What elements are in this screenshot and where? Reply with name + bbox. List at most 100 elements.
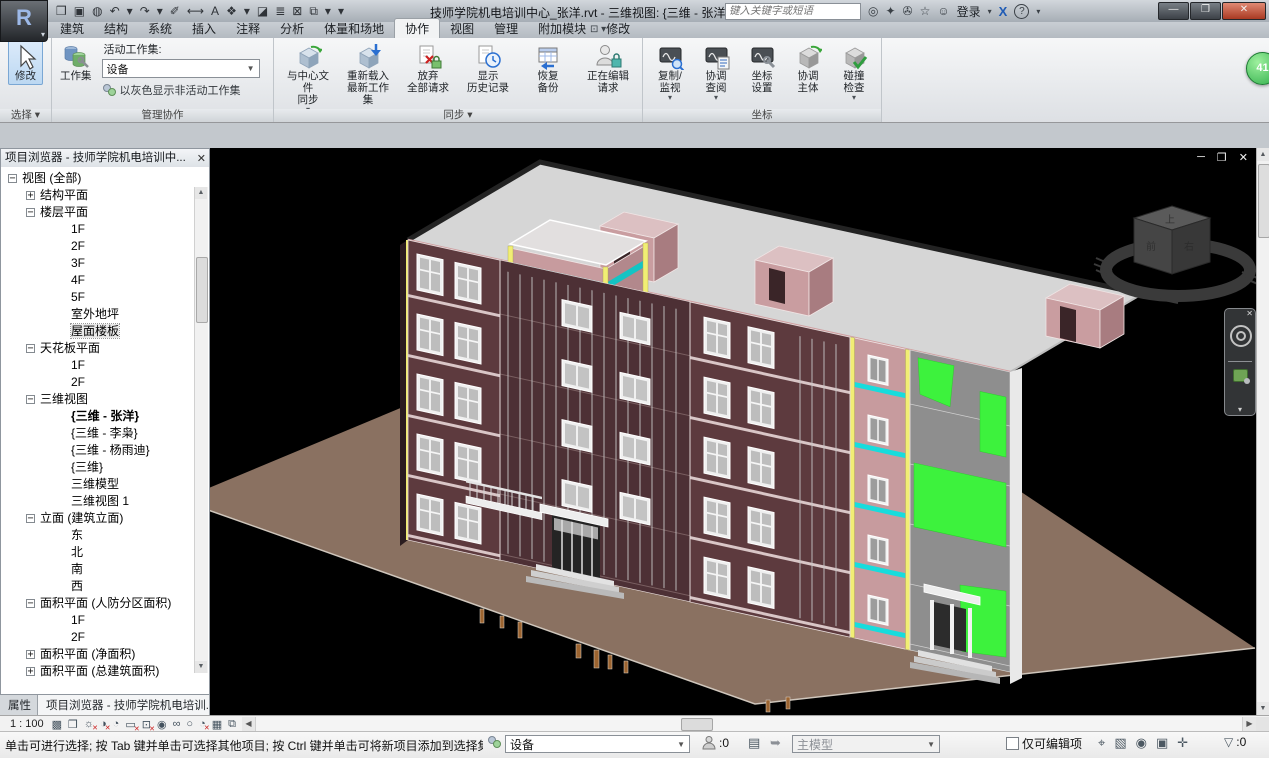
view-control-icon[interactable]: ○ [186, 718, 193, 730]
signin-label[interactable]: 登录 [957, 3, 981, 20]
tree-item[interactable]: 东 [1, 527, 209, 544]
tree-item[interactable]: +面积平面 (总建筑面积) [1, 663, 209, 680]
tree-item[interactable]: 室外地坪 [1, 306, 209, 323]
ribbon-tab[interactable]: 视图 [440, 19, 484, 38]
ribbon-button[interactable]: 碰撞 检查 ▾ [831, 40, 877, 104]
tree-item[interactable]: 北 [1, 544, 209, 561]
gray-inactive-worksets-toggle[interactable]: 以灰色显示非活动工作集 [102, 82, 260, 98]
tree-item[interactable]: 三维视图 1 [1, 493, 209, 510]
scroll-thumb[interactable] [1258, 164, 1269, 238]
tree-expander-icon[interactable]: − [26, 344, 35, 353]
qat-icon[interactable]: ❖ [226, 4, 237, 18]
tree-item[interactable]: −楼层平面 [1, 204, 209, 221]
steering-wheel-icon[interactable] [1230, 325, 1252, 347]
ribbon-tab[interactable]: 建筑 [50, 19, 94, 38]
qat-icon[interactable]: ▾ [127, 4, 133, 18]
panel-footer-select[interactable]: 选择 ▾ [0, 109, 51, 122]
ribbon-button[interactable]: 与中心文件 同步 ▾ [278, 40, 338, 116]
view-control-icon[interactable]: ◑✕ [100, 718, 107, 730]
ribbon-tab[interactable]: 注释 [226, 19, 270, 38]
qat-icon[interactable]: ⟷ [187, 4, 204, 18]
tree-item[interactable]: −面积平面 (人防分区面积) [1, 595, 209, 612]
navbar-close-icon[interactable]: ✕ [1246, 309, 1253, 318]
view-restore-icon[interactable]: ❐ [1217, 151, 1227, 164]
tree-expander-icon[interactable] [57, 274, 66, 283]
tree-item[interactable]: 2F [1, 629, 209, 646]
application-menu-button[interactable]: R ▾ [0, 0, 48, 42]
checkbox-icon[interactable] [1006, 737, 1019, 750]
design-options-icon[interactable]: ➥ [770, 735, 781, 751]
selection-option-icon[interactable]: ⌖ [1098, 735, 1105, 751]
view-scale-button[interactable]: 1 : 100 [0, 718, 52, 730]
tree-item[interactable]: 2F [1, 374, 209, 391]
scroll-up-icon[interactable]: ▲ [195, 187, 207, 199]
navigation-bar[interactable]: ✕ ▾ [1224, 308, 1256, 416]
worksharing-display-icon[interactable]: ▤ [748, 735, 760, 751]
scroll-down-icon[interactable]: ▼ [195, 661, 207, 673]
viewcube[interactable]: 上 前 右 [1094, 206, 1256, 303]
qat-icon[interactable]: ↶ [110, 4, 120, 18]
ribbon-tab[interactable]: 分析 [270, 19, 314, 38]
tree-expander-icon[interactable] [57, 325, 66, 334]
vertical-scrollbar[interactable]: ▲ ▼ [1256, 148, 1269, 715]
tree-expander-icon[interactable] [57, 495, 66, 504]
qat-icon[interactable]: ▾ [157, 4, 163, 18]
qat-icon[interactable]: ◪ [257, 4, 268, 18]
active-workset-status-select[interactable]: 设备▼ [505, 735, 690, 753]
view-control-icon[interactable]: ⊡✕ [142, 718, 151, 731]
tree-item[interactable]: +面积平面 (净面积) [1, 646, 209, 663]
selection-option-icon[interactable]: ◉ [1136, 735, 1147, 751]
tree-expander-icon[interactable] [57, 529, 66, 538]
tree-item[interactable]: −三维视图 [1, 391, 209, 408]
qat-icon[interactable]: ⧉ [309, 4, 318, 19]
ribbon-tab[interactable]: 协作 [394, 18, 440, 38]
tree-expander-icon[interactable]: + [26, 650, 35, 659]
tree-item[interactable]: 1F [1, 612, 209, 629]
tree-expander-icon[interactable] [57, 478, 66, 487]
active-workset-select[interactable]: 设备▼ [102, 59, 260, 78]
modify-button[interactable]: 修改 [8, 40, 43, 85]
ribbon-minimize-caret-icon[interactable]: ⊡ ▾ [582, 23, 614, 36]
signin-caret-icon[interactable]: ▾ [988, 7, 992, 16]
tree-expander-icon[interactable] [57, 461, 66, 470]
editable-only-checkbox[interactable]: 仅可编辑项 [1006, 735, 1082, 752]
filter-button[interactable]: ▽ :0 [1224, 735, 1246, 749]
tree-item[interactable]: 2F [1, 238, 209, 255]
tree-item[interactable]: 1F [1, 357, 209, 374]
drawing-area[interactable]: 上 前 右 ─ ❐ ✕ ✕ ▾ [210, 148, 1256, 715]
editing-requests-button[interactable]: :0 [702, 735, 729, 751]
view-control-icon[interactable]: ▦ [212, 718, 222, 731]
ribbon-button[interactable]: 复制/ 监视 ▾ [647, 40, 693, 104]
tree-expander-icon[interactable] [57, 563, 66, 572]
view-control-icon[interactable]: ❒ [68, 718, 78, 731]
ribbon-button[interactable]: 协调 查阅 ▾ [693, 40, 739, 104]
browser-tab[interactable]: 属性 [0, 695, 38, 715]
ribbon-button[interactable]: 坐标 设置 [739, 40, 785, 104]
tree-expander-icon[interactable] [57, 410, 66, 419]
tree-expander-icon[interactable]: − [26, 514, 35, 523]
view-control-icon[interactable]: ∞ [173, 718, 181, 730]
tree-item[interactable]: {三维 - 杨雨迪} [1, 442, 209, 459]
panel-footer-sync[interactable]: 同步 ▾ [274, 109, 642, 122]
navbar-caret-icon[interactable]: ▾ [1225, 405, 1255, 414]
tree-expander-icon[interactable] [57, 376, 66, 385]
qat-icon[interactable]: ✐ [170, 4, 180, 18]
view-control-icon[interactable]: ◔ [113, 718, 120, 730]
view-minimize-icon[interactable]: ─ [1197, 151, 1205, 164]
ribbon-button[interactable]: 协调 主体 [785, 40, 831, 104]
qat-icon[interactable]: ◍ [92, 4, 102, 18]
tree-item[interactable]: 5F [1, 289, 209, 306]
infocenter-icon[interactable]: ◎ [868, 4, 878, 18]
hscroll-left-icon[interactable]: ◀ [242, 717, 255, 731]
view-control-icon[interactable]: ▩ [52, 718, 62, 731]
qat-icon[interactable]: ▾ [325, 4, 331, 18]
view-close-icon[interactable]: ✕ [1239, 151, 1248, 164]
selection-option-icon[interactable]: ✛ [1177, 735, 1188, 751]
selection-option-icon[interactable]: ▧ [1114, 735, 1126, 751]
project-browser-title[interactable]: 项目浏览器 - 技师学院机电培训中... ✕ [0, 148, 210, 169]
tree-item[interactable]: −视图 (全部) [1, 170, 209, 187]
infocenter-icon[interactable]: ☆ [920, 4, 931, 18]
zoom-tool-icon[interactable] [1233, 369, 1248, 382]
qat-icon[interactable]: ▾ [338, 4, 344, 18]
browser-close-icon[interactable]: ✕ [197, 150, 206, 168]
